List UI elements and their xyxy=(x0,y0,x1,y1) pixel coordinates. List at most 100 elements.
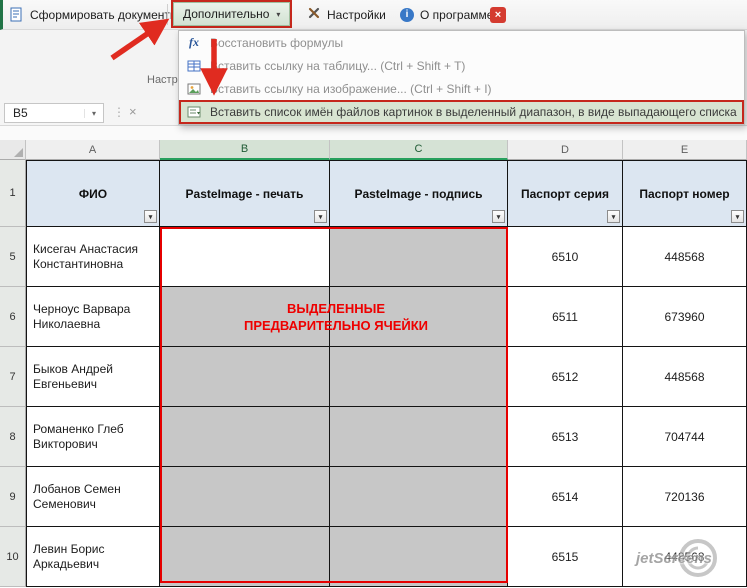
menu-item-insert-image-link[interactable]: Вставить ссылку на изображение... (Ctrl … xyxy=(179,77,744,100)
generate-documents-button[interactable]: Сформировать документы xyxy=(30,8,179,22)
info-icon: i xyxy=(400,8,414,22)
image-link-icon xyxy=(186,82,202,96)
menu-item-label: Вставить ссылку на изображение... (Ctrl … xyxy=(210,82,492,96)
fx-icon: fx xyxy=(186,35,202,50)
settings-button[interactable]: Настройки xyxy=(302,0,391,29)
row-header[interactable]: 5 xyxy=(0,227,26,287)
cell-pasteimage-print[interactable] xyxy=(160,467,330,527)
cell-pasteimage-print[interactable] xyxy=(160,227,330,287)
table-link-icon xyxy=(186,59,202,73)
cell-passport-number[interactable]: 448568 xyxy=(623,347,747,407)
select-all-triangle-icon xyxy=(14,148,23,157)
about-button-label: О программе xyxy=(420,8,493,22)
row-header[interactable]: 8 xyxy=(0,407,26,467)
cell-passport-series[interactable]: 6512 xyxy=(508,347,623,407)
name-box-chevron-down-icon[interactable]: ▾ xyxy=(84,109,103,118)
cell-passport-number[interactable]: 448568 xyxy=(623,527,747,587)
addin-toolbar: Сформировать документы Дополнительно ▾ Н… xyxy=(0,0,747,30)
cell-pasteimage-sign[interactable] xyxy=(330,347,508,407)
formula-bar-lower-strip xyxy=(0,126,747,140)
header-label: PasteImage - печать xyxy=(186,187,304,201)
app-window: Сформировать документы Дополнительно ▾ Н… xyxy=(0,0,747,588)
cell-passport-number[interactable]: 673960 xyxy=(623,287,747,347)
chevron-down-icon: ▾ xyxy=(276,10,280,19)
filter-dropdown-icon[interactable]: ▾ xyxy=(492,210,505,223)
cell-passport-series[interactable]: 6513 xyxy=(508,407,623,467)
cell-pasteimage-sign[interactable] xyxy=(330,287,508,347)
header-cell-pasteimage-sign[interactable]: PasteImage - подпись ▾ xyxy=(330,160,508,227)
header-label: ФИО xyxy=(79,187,107,201)
cell-passport-number[interactable]: 720136 xyxy=(623,467,747,527)
table-row: 10 Левин Борис Аркадьевич 6515 448568 xyxy=(0,527,747,587)
tools-icon xyxy=(307,6,321,23)
cell-pasteimage-sign[interactable] xyxy=(330,527,508,587)
row-header[interactable]: 7 xyxy=(0,347,26,407)
cell-passport-number[interactable]: 704744 xyxy=(623,407,747,467)
filter-dropdown-icon[interactable]: ▾ xyxy=(607,210,620,223)
header-cell-passport-series[interactable]: Паспорт серия ▾ xyxy=(508,160,623,227)
column-header-a[interactable]: A xyxy=(26,140,160,160)
header-label: Паспорт серия xyxy=(521,187,609,201)
formula-bar-grip-icon: ⋮ xyxy=(113,105,125,119)
table-row: 7 Быков Андрей Евгеньевич 6512 448568 xyxy=(0,347,747,407)
filter-dropdown-icon[interactable]: ▾ xyxy=(144,210,157,223)
menu-item-label: Вставить ссылку на таблицу... (Ctrl + Sh… xyxy=(210,59,465,73)
filter-dropdown-icon[interactable]: ▾ xyxy=(314,210,327,223)
name-box[interactable]: B5 ▾ xyxy=(4,103,104,123)
menu-item-insert-table-link[interactable]: Вставить ссылку на таблицу... (Ctrl + Sh… xyxy=(179,54,744,77)
generate-documents-icon xyxy=(9,7,25,28)
cell-pasteimage-sign[interactable] xyxy=(330,227,508,287)
cell-fio[interactable]: Левин Борис Аркадьевич xyxy=(26,527,160,587)
cell-passport-number[interactable]: 448568 xyxy=(623,227,747,287)
cell-passport-series[interactable]: 6510 xyxy=(508,227,623,287)
row-header[interactable]: 10 xyxy=(0,527,26,587)
cell-passport-series[interactable]: 6515 xyxy=(508,527,623,587)
ribbon-group-label: Настр xyxy=(147,74,178,86)
column-header-b[interactable]: B xyxy=(160,140,330,160)
cell-fio[interactable]: Романенко Глеб Викторович xyxy=(26,407,160,467)
cell-passport-series[interactable]: 6514 xyxy=(508,467,623,527)
settings-button-label: Настройки xyxy=(327,8,386,22)
dropdown-list-icon xyxy=(186,105,202,119)
cell-pasteimage-sign[interactable] xyxy=(330,407,508,467)
column-header-d[interactable]: D xyxy=(508,140,623,160)
about-button[interactable]: i О программе xyxy=(395,0,498,29)
toolbar-separator xyxy=(167,4,168,25)
header-cell-passport-number[interactable]: Паспорт номер ▾ xyxy=(623,160,747,227)
cell-passport-series[interactable]: 6511 xyxy=(508,287,623,347)
additional-button[interactable]: Дополнительно ▾ xyxy=(173,2,290,26)
menu-item-label: Вставить список имён файлов картинок в в… xyxy=(210,105,737,119)
additional-dropdown-menu: fx Восстановить формулы Вставить ссылку … xyxy=(178,30,745,125)
table-row: 6 Черноус Варвара Николаевна 6511 673960 xyxy=(0,287,747,347)
row-header[interactable]: 1 xyxy=(0,160,26,227)
cell-pasteimage-print[interactable] xyxy=(160,287,330,347)
header-label: Паспорт номер xyxy=(639,187,729,201)
spreadsheet: A B C D E 1 ФИО ▾ PasteImage - печать ▾ … xyxy=(0,140,747,587)
cell-fio[interactable]: Черноус Варвара Николаевна xyxy=(26,287,160,347)
row-header[interactable]: 9 xyxy=(0,467,26,527)
select-all-corner[interactable] xyxy=(0,140,26,160)
header-cell-pasteimage-print[interactable]: PasteImage - печать ▾ xyxy=(160,160,330,227)
cell-fio[interactable]: Кисегач Анастасия Константиновна xyxy=(26,227,160,287)
column-header-c[interactable]: C xyxy=(330,140,508,160)
cell-pasteimage-print[interactable] xyxy=(160,527,330,587)
table-header-row: 1 ФИО ▾ PasteImage - печать ▾ PasteImage… xyxy=(0,160,747,227)
cell-pasteimage-sign[interactable] xyxy=(330,467,508,527)
close-button[interactable]: × xyxy=(490,7,506,23)
filter-dropdown-icon[interactable]: ▾ xyxy=(731,210,744,223)
row-header[interactable]: 6 xyxy=(0,287,26,347)
header-cell-fio[interactable]: ФИО ▾ xyxy=(26,160,160,227)
name-box-value: B5 xyxy=(13,106,28,120)
column-header-e[interactable]: E xyxy=(623,140,747,160)
cell-fio[interactable]: Быков Андрей Евгеньевич xyxy=(26,347,160,407)
cancel-icon[interactable]: × xyxy=(129,104,137,119)
table-row: 5 Кисегач Анастасия Константиновна 6510 … xyxy=(0,227,747,287)
additional-button-red-frame: Дополнительно ▾ xyxy=(171,0,292,28)
cell-pasteimage-print[interactable] xyxy=(160,347,330,407)
column-letters-row: A B C D E xyxy=(0,140,747,160)
menu-item-insert-filename-list[interactable]: Вставить список имён файлов картинок в в… xyxy=(179,100,744,124)
cell-pasteimage-print[interactable] xyxy=(160,407,330,467)
menu-item-restore-formulas[interactable]: fx Восстановить формулы xyxy=(179,31,744,54)
cell-fio[interactable]: Лобанов Семен Семенович xyxy=(26,467,160,527)
table-row: 9 Лобанов Семен Семенович 6514 720136 xyxy=(0,467,747,527)
